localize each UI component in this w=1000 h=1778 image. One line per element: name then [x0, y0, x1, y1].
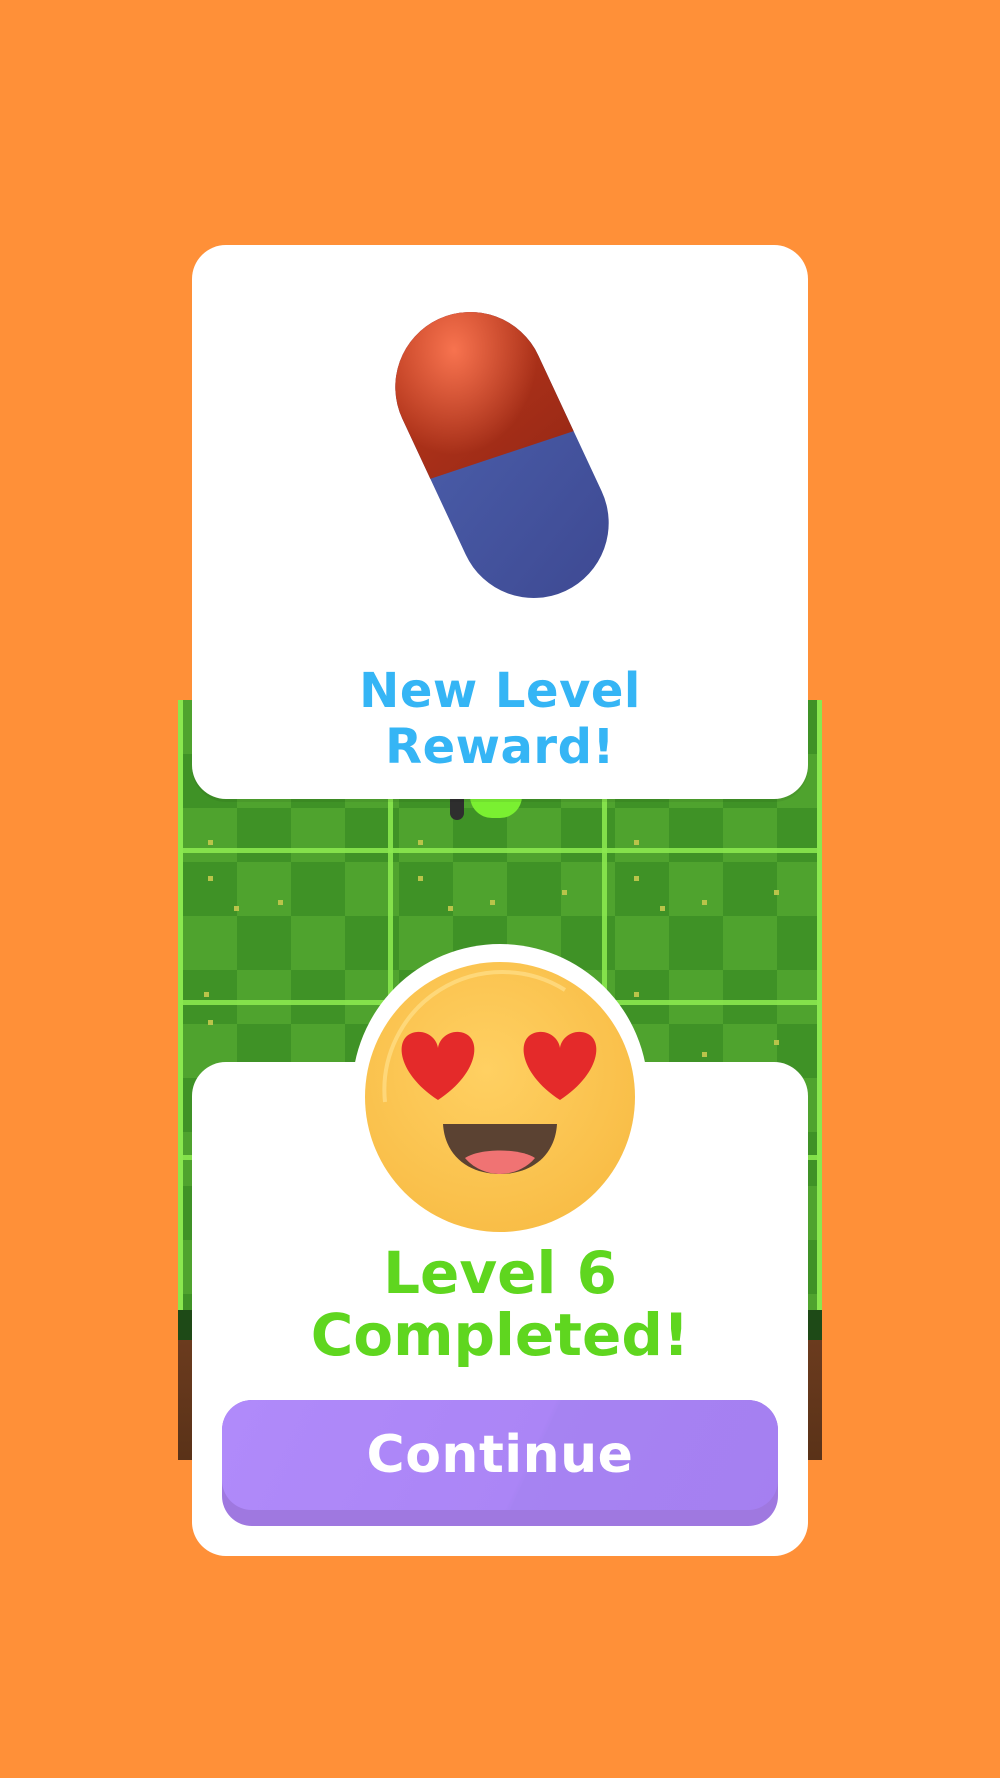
grass-speck: [418, 876, 423, 881]
grass-speck: [562, 890, 567, 895]
grass-speck: [634, 876, 639, 881]
grass-speck: [702, 900, 707, 905]
reward-title-line-1: New Level: [359, 663, 641, 719]
grid-line: [178, 848, 822, 853]
grass-speck: [208, 876, 213, 881]
level-complete-title-line-2: Completed!: [310, 1301, 690, 1369]
grass-speck: [774, 890, 779, 895]
grass-speck: [278, 900, 283, 905]
grass-speck: [448, 906, 453, 911]
grass-speck: [660, 906, 665, 911]
grass-speck: [702, 1052, 707, 1057]
reward-title-line-2: Reward!: [385, 719, 615, 775]
continue-button-label[interactable]: Continue: [367, 1425, 634, 1485]
grass-speck: [490, 900, 495, 905]
grass-speck: [208, 840, 213, 845]
grass-speck: [418, 840, 423, 845]
grass-speck: [234, 906, 239, 911]
reward-card: New Level Reward!: [192, 245, 808, 799]
level-complete-title-line-1: Level 6: [383, 1239, 617, 1307]
grass-speck: [204, 992, 209, 997]
continue-button-face[interactable]: Continue: [222, 1400, 778, 1510]
heart-eyes-emoji-icon: [365, 962, 635, 1232]
level-complete-screen: New Level Reward! Level 6 Completed! Con…: [0, 0, 1000, 1778]
continue-button[interactable]: Continue: [222, 1400, 778, 1526]
capsule-pill-icon: [382, 305, 622, 605]
grass-speck: [208, 1020, 213, 1025]
reward-title: New Level Reward!: [192, 663, 808, 775]
grass-speck: [634, 840, 639, 845]
level-complete-title: Level 6 Completed!: [192, 1242, 808, 1366]
grass-speck: [774, 1040, 779, 1045]
